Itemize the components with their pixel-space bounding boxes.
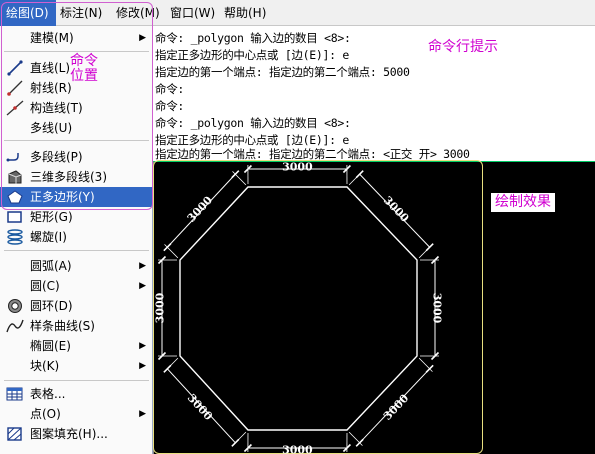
- command-line-area[interactable]: 命令: _polygon 输入边的数目 <8>: 指定正多边形的中心点或 [边(…: [153, 26, 595, 161]
- menu-item-spline[interactable]: 样条曲线(S): [0, 316, 152, 336]
- submenu-arrow-icon: ▶: [139, 409, 146, 419]
- dimension-5: 3000: [243, 432, 351, 454]
- octagon-drawing: 3000 3000 3000 3000 3000 3000 3000 3000: [154, 161, 444, 454]
- menu-annotation: 命令 位置: [70, 54, 98, 84]
- menu-item-point[interactable]: 点(O) ▶: [0, 404, 152, 424]
- dimension-text: 3000: [185, 193, 216, 225]
- spline-icon: [6, 319, 24, 333]
- menu-window[interactable]: 窗口(W): [170, 0, 215, 26]
- dimension-2: 3000: [348, 170, 434, 259]
- menu-item-label: 圆弧(A): [30, 259, 72, 273]
- menu-item-table[interactable]: 表格...: [0, 384, 152, 404]
- rectangle-icon: [7, 211, 22, 223]
- dimension-text: 3000: [282, 443, 313, 454]
- command-line: 指定边的第一个端点: 指定边的第二个端点: 5000: [155, 65, 410, 79]
- octagon-shape[interactable]: [179, 186, 418, 431]
- dimension-1: 3000: [243, 161, 351, 185]
- dimension-text: 3000: [154, 292, 167, 323]
- dimension-6: 3000: [163, 357, 247, 447]
- submenu-arrow-icon: ▶: [139, 261, 146, 271]
- menu-item-arc[interactable]: 圆弧(A) ▶: [0, 256, 152, 276]
- menu-item-label: 椭圆(E): [30, 339, 71, 353]
- submenu-arrow-icon: ▶: [139, 281, 146, 291]
- menu-help[interactable]: 帮助(H): [224, 0, 266, 26]
- dimension-4: 3000: [348, 357, 434, 447]
- donut-icon: [8, 299, 22, 313]
- helix-icon: [7, 229, 23, 245]
- hatch-icon: [7, 427, 22, 441]
- menu-separator: [4, 250, 149, 251]
- menu-item-ellipse[interactable]: 椭圆(E) ▶: [0, 336, 152, 356]
- command-line: 命令: _polygon 输入边的数目 <8>:: [155, 116, 351, 130]
- menu-separator: [4, 380, 149, 381]
- menu-item-label: 样条曲线(S): [30, 319, 95, 333]
- menu-item-label: 圆环(D): [30, 299, 73, 313]
- menu-item-label: 表格...: [30, 387, 66, 401]
- menu-item-label: 块(K): [30, 359, 60, 373]
- dimension-text: 3000: [381, 194, 412, 225]
- menu-item-label: 螺旋(I): [30, 230, 67, 244]
- menu-item-circle[interactable]: 圆(C) ▶: [0, 276, 152, 296]
- dimension-3: 3000: [420, 255, 444, 361]
- menu-annotation-line2: 位置: [70, 68, 98, 84]
- menu-item-label: 图案填充(H)...: [30, 427, 108, 441]
- menu-item-rectangle[interactable]: 矩形(G): [0, 207, 152, 227]
- dimension-text: 3000: [282, 161, 313, 174]
- menu-item-label: 圆(C): [30, 279, 60, 293]
- dimension-7: 3000: [154, 255, 177, 361]
- command-annotation: 命令行提示: [428, 39, 498, 55]
- command-line: 指定正多边形的中心点或 [边(E)]: e: [155, 48, 350, 62]
- menu-item-hatch[interactable]: 图案填充(H)...: [0, 424, 152, 444]
- command-line: 命令:: [155, 99, 185, 113]
- menu-item-label: 点(O): [30, 407, 61, 421]
- dimension-text: 3000: [185, 392, 216, 424]
- result-annotation: 绘制效果: [491, 193, 555, 212]
- menu-highlight-frame: [1, 2, 153, 210]
- command-line: 命令: _polygon 输入边的数目 <8>:: [155, 31, 351, 45]
- table-icon: [6, 387, 23, 401]
- dimension-text: 3000: [431, 293, 444, 324]
- command-line: 命令:: [155, 82, 185, 96]
- dimension-text: 3000: [381, 391, 412, 422]
- submenu-arrow-icon: ▶: [139, 361, 146, 371]
- menu-item-label: 矩形(G): [30, 210, 73, 224]
- menu-item-helix[interactable]: 螺旋(I): [0, 227, 152, 247]
- menu-annotation-line1: 命令: [70, 53, 98, 69]
- menu-item-donut[interactable]: 圆环(D): [0, 296, 152, 316]
- dimension-8: 3000: [163, 170, 247, 259]
- menu-item-block[interactable]: 块(K) ▶: [0, 356, 152, 376]
- submenu-arrow-icon: ▶: [139, 341, 146, 351]
